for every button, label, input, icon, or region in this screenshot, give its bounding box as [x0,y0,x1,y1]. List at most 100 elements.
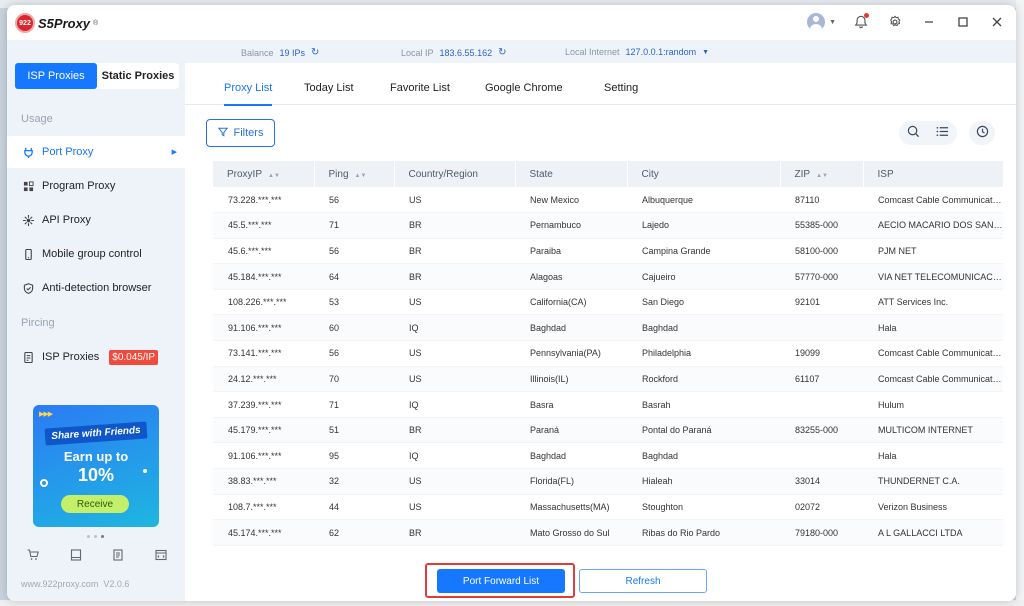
proxy-table-container[interactable]: ProxyIP ▲▼ Ping ▲▼ Country/Region State Ci… [213,161,1003,551]
pager-dot-active[interactable] [101,535,104,538]
cart-icon[interactable] [27,549,39,564]
table-row[interactable]: 38.83.***.*** 32 US Florida(FL) Hialeah 33014… [213,468,1003,495]
referral-promo-banner[interactable]: ▶▶▶ Share with Friends Earn up to 10% Re… [33,405,159,527]
section-usage-label: Usage [21,113,53,125]
dropdown-caret-icon[interactable]: ▼ [702,49,709,56]
table-cell: 108.226.***.*** [213,289,314,316]
table-row[interactable]: 45.5.***.*** 71 BR Pernambuco Lajedo 55385-00… [213,212,1003,239]
local-ip-label: Local IP [401,47,434,58]
sidebar-item-api-proxy[interactable]: API Proxy [7,204,185,236]
table-row[interactable]: 45.184.***.*** 64 BR Alagoas Cajueiro 57770-0… [213,263,1003,290]
table-row[interactable]: 108.7.***.*** 44 US Massachusetts(MA) Stough… [213,494,1003,521]
pager-dot[interactable] [94,535,97,538]
balance-label: Balance [241,47,274,58]
proxy-type-tabs: ISP Proxies Static Proxies [15,63,179,89]
refresh-button[interactable]: Refresh [579,569,707,593]
app-footer: www.922proxy.com V2.0.6 [21,579,129,589]
table-cell: Baghdad [515,314,627,342]
tab-proxy-list[interactable]: Proxy List [224,82,273,106]
sidebar-item-mobile-group-control[interactable]: Mobile group control [7,238,185,270]
table-row[interactable]: 91.106.***.*** 60 IQ Baghdad Baghdad Hala [213,314,1003,342]
column-header-zip[interactable]: ZIP ▲▼ [780,161,864,187]
refresh-ip-icon[interactable]: ↻ [498,47,506,58]
price-badge: $0.045/IP [109,349,159,365]
sidebar-item-isp-pricing[interactable]: ISP Proxies $0.045/IP [7,341,185,373]
table-cell: ATT Services Inc. [863,289,1003,316]
table-cell: Philadelphia [627,340,780,367]
logo-text: S5Proxy [38,15,91,31]
tab-today-list[interactable]: Today List [304,82,354,94]
local-ip-info: Local IP 183.6.55.162 ↻ [401,47,506,58]
table-cell: Pennsylvania(PA) [515,340,627,367]
sidebar-item-label: Anti-detection browser [42,282,152,294]
avatar-icon[interactable] [807,13,826,31]
pager-dot[interactable] [87,535,90,538]
table-row[interactable]: 73.141.***.*** 56 US Pennsylvania(PA) Philad… [213,340,1003,367]
close-icon[interactable] [988,13,1006,31]
table-cell: Comcast Cable Communications [863,340,1003,367]
table-row[interactable]: 45.179.***.*** 51 BR Paraná Pontal do Paraná… [213,417,1003,444]
receive-button[interactable]: Receive [61,495,129,513]
logo-badge-icon: 922 [15,13,35,33]
tab-isp-proxies[interactable]: ISP Proxies [15,63,97,89]
table-cell: 55385-000 [780,212,863,239]
tab-setting[interactable]: Setting [604,82,638,94]
table-row[interactable]: 24.12.***.*** 70 US Illinois(IL) Rockford 611… [213,366,1003,393]
refresh-balance-icon[interactable]: ↻ [311,47,319,58]
history-button[interactable] [969,121,995,145]
shield-icon [22,282,34,294]
sort-icon[interactable]: ▲▼ [355,173,367,179]
table-row[interactable]: 37.239.***.*** 71 IQ Basra Basrah Hulum [213,391,1003,418]
tab-google-chrome[interactable]: Google Chrome [485,82,563,94]
table-cell: San Diego [627,289,780,316]
minimize-icon[interactable] [920,13,938,31]
sort-icon[interactable]: ▲▼ [268,173,280,179]
bell-icon[interactable] [852,13,870,31]
book-icon[interactable] [70,549,82,564]
arrows-decoration-icon: ▶▶▶ [39,411,53,418]
table-cell: 71 [314,391,394,418]
sidebar-item-program-proxy[interactable]: Program Proxy [7,170,185,202]
table-cell: Comcast Cable Communications [863,366,1003,393]
gear-icon[interactable] [886,13,904,31]
table-row[interactable]: 73.228.***.*** 56 US New Mexico Albuquerque 8… [213,187,1003,214]
table-row[interactable]: 91.106.***.*** 95 IQ Baghdad Baghdad Hala [213,442,1003,470]
sidebar-item-anti-detection-browser[interactable]: Anti-detection browser [7,272,185,304]
table-cell: Stoughton [627,494,780,521]
list-view-icon[interactable] [936,125,949,141]
table-row[interactable]: 45.174.***.*** 62 BR Mato Grosso do Sul Riba… [213,519,1003,546]
website-link[interactable]: www.922proxy.com [21,579,98,589]
table-cell: Verizon Business [863,494,1003,521]
local-internet-info[interactable]: Local Internet 127.0.0.1:random ▼ [565,47,709,57]
table-row[interactable]: 108.226.***.*** 53 US California(CA) San Die… [213,289,1003,316]
maximize-icon[interactable] [954,13,972,31]
sort-icon[interactable]: ▲▼ [816,173,828,179]
table-cell: Campina Grande [627,238,780,265]
column-header-ping[interactable]: Ping ▲▼ [314,161,395,187]
table-cell: Basra [515,391,627,418]
tab-static-proxies[interactable]: Static Proxies [97,63,179,89]
filters-button[interactable]: Filters [206,119,275,147]
table-cell: 64 [314,263,394,290]
table-row[interactable]: 45.6.***.*** 56 BR Paraiba Campina Grande 581… [213,238,1003,265]
table-cell: 71 [314,212,394,239]
sidebar-item-port-proxy[interactable]: Port Proxy ▶ [7,136,185,168]
column-header-proxyip[interactable]: ProxyIP ▲▼ [213,161,315,187]
local-internet-value: 127.0.0.1:random [625,47,697,57]
notes-icon[interactable] [112,549,124,564]
table-cell: MULTICOM INTERNET [863,417,1003,444]
globe-search-icon[interactable] [907,125,920,141]
table-cell: 70 [314,366,394,393]
balance-info: Balance 19 IPs ↻ [241,47,319,58]
title-bar: 922 S5Proxy ® ▼ [7,5,1016,41]
table-cell: Basrah [627,391,780,418]
local-ip-value: 183.6.55.162 [439,47,493,58]
registered-icon: ® [93,19,99,27]
chevron-down-icon[interactable]: ▼ [829,19,836,26]
column-header-isp: ISP [863,161,1003,187]
api-docs-icon[interactable] [155,549,167,564]
table-cell: BR [394,212,515,239]
sidebar-item-label: Mobile group control [42,248,142,260]
tab-favorite-list[interactable]: Favorite List [390,82,450,94]
port-forward-list-button[interactable]: Port Forward List [437,569,565,593]
